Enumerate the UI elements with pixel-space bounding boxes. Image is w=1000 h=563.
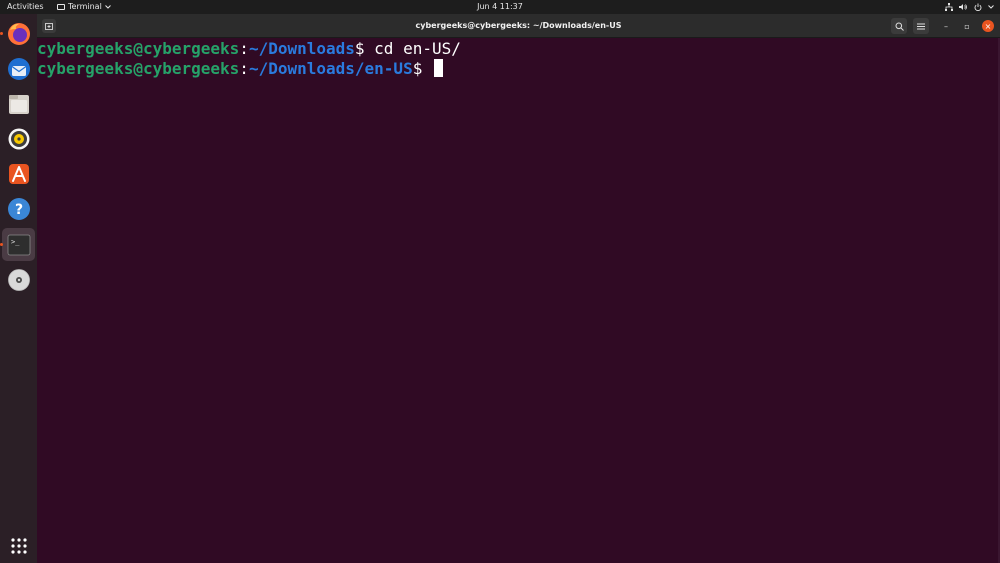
chevron-down-icon (988, 5, 994, 9)
dock-item-rhythmbox[interactable] (2, 122, 35, 155)
desktop: Activities Terminal Jun 4 11:37 ? >_ cyb… (0, 0, 1000, 563)
search-icon (895, 22, 904, 31)
hamburger-menu-icon (917, 23, 925, 29)
search-button[interactable] (891, 18, 907, 34)
prompt-symbol: $ (354, 39, 375, 58)
show-apps-icon (10, 537, 27, 554)
dock-item-help[interactable]: ? (2, 192, 35, 225)
window-title: cybergeeks@cybergeeks: ~/Downloads/en-US (415, 21, 622, 30)
running-indicator (0, 32, 3, 35)
prompt-symbol: $ (412, 59, 432, 78)
dock-item-files[interactable] (2, 87, 35, 120)
text-cursor (433, 59, 443, 77)
prompt-separator: : (239, 39, 249, 58)
thunderbird-icon (7, 57, 30, 80)
maximize-button[interactable]: ▫ (961, 20, 973, 32)
prompt-separator: : (239, 59, 249, 78)
dock-item-terminal[interactable]: >_ (2, 228, 35, 261)
help-icon: ? (7, 197, 30, 220)
prompt-path: ~/Downloads (248, 39, 355, 58)
clock[interactable]: Jun 4 11:37 (0, 0, 1000, 14)
terminal-output[interactable]: cybergeeks@cybergeeks:~/Downloads$ cd en… (37, 38, 1000, 563)
dock-item-software[interactable] (2, 157, 35, 190)
terminal-icon: >_ (7, 234, 30, 255)
header-bar[interactable]: cybergeeks@cybergeeks: ~/Downloads/en-US… (37, 14, 1000, 38)
command-text: cd en-US/ (374, 39, 461, 58)
svg-text:?: ? (14, 202, 22, 218)
dock: ? >_ (0, 14, 37, 563)
rhythmbox-icon (8, 128, 29, 149)
terminal-line: cybergeeks@cybergeeks:~/Downloads/en-US$ (37, 59, 1000, 79)
volume-icon (959, 4, 967, 10)
show-apps-button[interactable] (2, 529, 35, 562)
dock-item-firefox[interactable] (2, 17, 35, 50)
running-indicator (0, 243, 3, 246)
svg-text:>_: >_ (11, 238, 20, 246)
prompt-user: cybergeeks@cybergeeks (37, 39, 240, 58)
files-icon (8, 94, 29, 114)
terminal-window: cybergeeks@cybergeeks: ~/Downloads/en-US… (37, 14, 1000, 563)
top-bar: Activities Terminal Jun 4 11:37 (0, 0, 1000, 14)
dock-item-disc[interactable] (2, 263, 35, 296)
terminal-line: cybergeeks@cybergeeks:~/Downloads$ cd en… (37, 39, 1000, 59)
power-icon (974, 3, 982, 11)
prompt-user: cybergeeks@cybergeeks (37, 59, 240, 78)
software-icon (8, 163, 29, 184)
minimize-button[interactable]: – (940, 20, 952, 32)
close-button[interactable]: × (982, 20, 994, 32)
system-menu[interactable] (945, 0, 994, 14)
menu-button[interactable] (913, 18, 929, 34)
dock-item-thunderbird[interactable] (2, 52, 35, 85)
disc-icon (7, 268, 30, 291)
prompt-path: ~/Downloads/en-US (248, 59, 413, 78)
network-icon (945, 3, 953, 11)
firefox-icon (7, 22, 30, 45)
